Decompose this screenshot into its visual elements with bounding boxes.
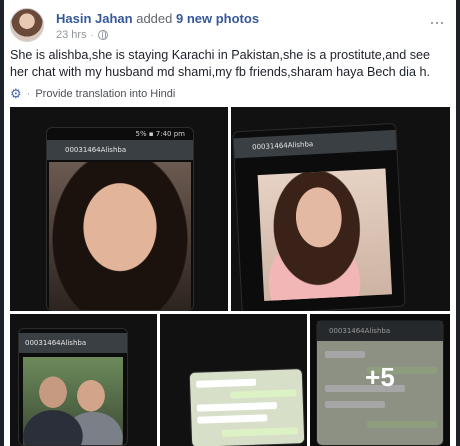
author-name[interactable]: Hasin Jahan — [56, 11, 133, 26]
chat-header: 00031464Alishba — [47, 140, 193, 160]
post-card: Hasin Jahan added 9 new photos 23 hrs · … — [4, 0, 456, 446]
gear-icon[interactable]: ⚙ — [10, 86, 22, 102]
more-options-icon[interactable]: ··· — [429, 12, 445, 33]
phone-screenshot: 5% ▪ 7:40 pm 00031464Alishba — [46, 127, 194, 311]
post-action: added — [136, 11, 173, 26]
more-photos-count[interactable]: +5 — [310, 362, 450, 393]
chat-header: 00031464Alishba — [19, 333, 127, 353]
globe-icon[interactable] — [97, 30, 108, 40]
chat-bubble — [196, 378, 257, 388]
photo-5[interactable]: 00031464Alishba +5 — [310, 314, 450, 446]
post-time[interactable]: 23 hrs — [56, 29, 87, 41]
post-header: Hasin Jahan added 9 new photos 23 hrs · … — [10, 8, 450, 44]
photo-count-link[interactable]: 9 new photos — [176, 11, 259, 26]
chat-bubble — [221, 427, 298, 437]
photo-2[interactable]: 00031464Alishba — [231, 107, 450, 311]
chat-bubble — [196, 401, 278, 412]
separator-dot: · — [90, 30, 94, 40]
photo-3[interactable]: 00031464Alishba — [10, 314, 157, 446]
avatar[interactable] — [10, 8, 44, 42]
photo-4[interactable] — [160, 314, 307, 446]
post-title-line: Hasin Jahan added 9 new photos — [56, 11, 259, 26]
photo-1[interactable]: 5% ▪ 7:40 pm 00031464Alishba — [10, 107, 228, 311]
chat-header: 00031464Alishba — [233, 129, 397, 159]
profile-photo — [23, 357, 123, 445]
phone-screenshot: 00031464Alishba — [18, 328, 128, 446]
provide-translation-link[interactable]: Provide translation into Hindi — [35, 88, 175, 100]
post-text: She is alishba,she is staying Karachi in… — [10, 48, 431, 79]
profile-photo — [257, 168, 393, 301]
translate-row: ⚙ · Provide translation into Hindi — [10, 86, 175, 102]
post-meta: 23 hrs · — [56, 29, 108, 41]
chat-bubble — [197, 414, 268, 424]
separator-dot: · — [26, 88, 31, 100]
chat-screenshot — [188, 368, 306, 446]
phone-status-bar: 5% ▪ 7:40 pm — [135, 130, 185, 138]
phone-screenshot: 00031464Alishba — [232, 122, 406, 311]
chat-bubble — [230, 389, 297, 399]
profile-photo — [49, 162, 191, 310]
